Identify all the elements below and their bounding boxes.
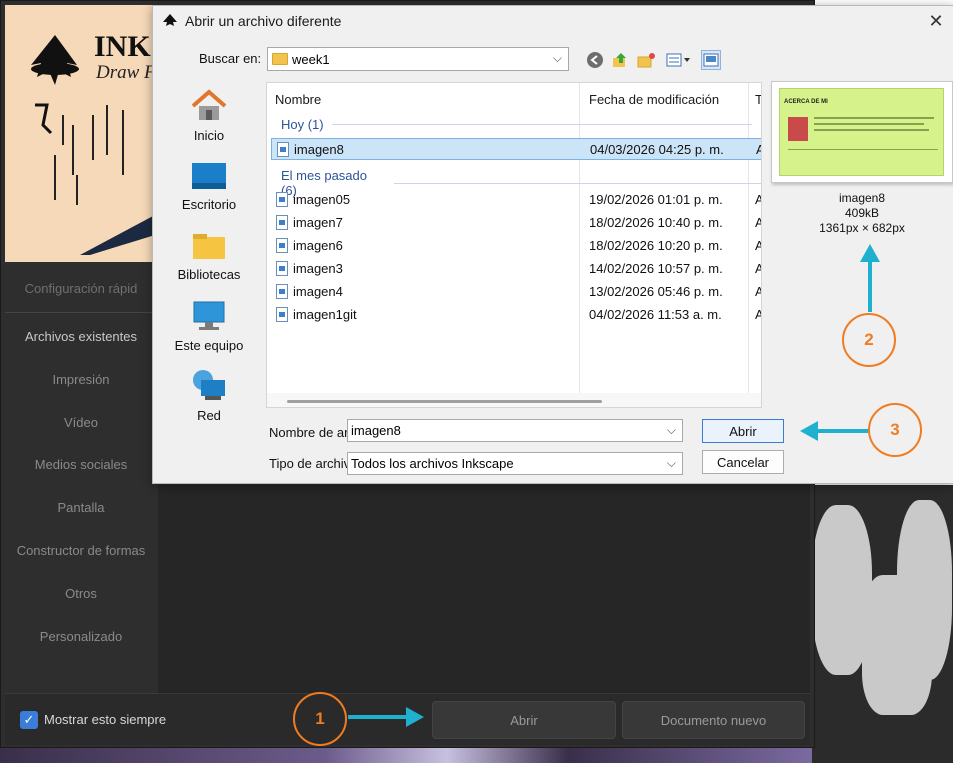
arrow-step-1 [348, 707, 424, 727]
screenshot: INKS Draw F Configuración rápid Archivos… [0, 0, 953, 763]
step-2-badge: 2 [842, 313, 896, 367]
arrow-step-3 [800, 421, 868, 441]
arrow-step-2 [860, 244, 880, 312]
annotation-arrows [348, 244, 880, 727]
step-1-badge: 1 [293, 692, 347, 746]
step-3-badge: 3 [868, 403, 922, 457]
